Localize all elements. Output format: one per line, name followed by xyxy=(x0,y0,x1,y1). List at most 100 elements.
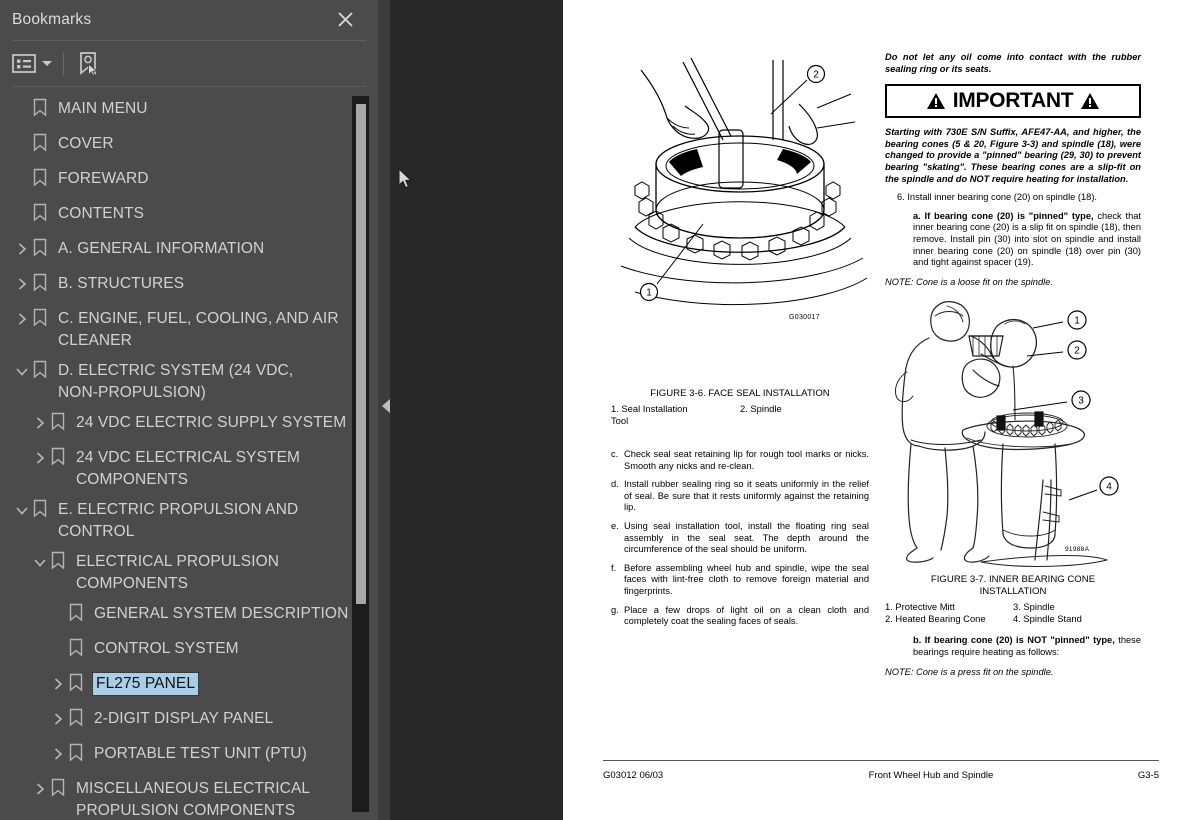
warning-triangle-icon xyxy=(1081,93,1100,110)
page-right-column: Do not let any oil come into contact wit… xyxy=(885,52,1141,678)
chevron-right-icon[interactable] xyxy=(50,709,66,729)
procedure-step: f. Before assembling wheel hub and spindl… xyxy=(611,563,869,598)
step-text: Place a few drops of light oil on a clea… xyxy=(624,604,869,627)
chevron-down-icon[interactable] xyxy=(14,361,30,381)
bookmark-item[interactable]: B. STRUCTURES xyxy=(0,269,378,304)
figure-3-7-drawing-number: 91988A xyxy=(1065,546,1090,554)
step-marker: c. xyxy=(611,449,619,459)
bookmark-item-label: 24 VDC ELECTRICAL SYSTEM COMPONENTS xyxy=(76,449,301,488)
bookmark-item-label: 2-DIGIT DISPLAY PANEL xyxy=(94,710,274,727)
procedure-step: c. Check seal seat retaining lip for roug… xyxy=(611,449,869,472)
step-6: 6. Install inner bearing cone (20) on sp… xyxy=(897,192,1098,203)
svg-text:2: 2 xyxy=(1074,346,1080,357)
bookmarks-scrollbar-thumb[interactable] xyxy=(356,104,366,604)
bookmark-item-label: COVER xyxy=(58,135,114,152)
bookmark-item[interactable]: FOREWARD xyxy=(0,164,378,199)
step-6b-bold: b. If bearing cone (20) is NOT "pinned" … xyxy=(913,635,1115,646)
chevron-right-icon[interactable] xyxy=(50,744,66,764)
bookmark-item[interactable]: 2-DIGIT DISPLAY PANEL xyxy=(0,704,378,739)
figure-3-7-legend: 1. Protective Mitt 2. Heated Bearing Con… xyxy=(885,601,1141,625)
step-marker: f. xyxy=(611,562,617,573)
legend-item-1: 1. Seal Installation Tool xyxy=(611,403,688,426)
important-body-text: Starting with 730E S/N Suffix, AFE47-AA,… xyxy=(885,127,1141,184)
bookmark-item[interactable]: MISCELLANEOUS ELECTRICAL PROPULSION COMP… xyxy=(0,774,378,820)
bookmark-item[interactable]: FL275 PANEL xyxy=(0,669,378,704)
chevron-down-icon[interactable] xyxy=(32,552,48,572)
warning-triangle-icon xyxy=(926,93,945,110)
collapse-panel-arrow-icon[interactable] xyxy=(382,399,390,413)
bookmark-icon xyxy=(66,673,86,695)
bookmark-item-label: ELECTRICAL PROPULSION COMPONENTS xyxy=(76,553,280,592)
bookmark-icon xyxy=(48,412,68,434)
bookmark-item[interactable]: CONTROL SYSTEM xyxy=(0,634,378,669)
svg-text:2: 2 xyxy=(813,70,819,81)
bookmark-icon xyxy=(30,360,50,382)
chevron-right-icon[interactable] xyxy=(14,309,30,329)
bookmark-item-label: B. STRUCTURES xyxy=(58,275,185,292)
bookmarks-tree: MAIN MENU COVER FOREWARD CONTENTS A. GENERAL… xyxy=(0,90,378,820)
footer-section-title: Front Wheel Hub and Spindle xyxy=(868,770,994,781)
svg-text:4: 4 xyxy=(1106,482,1112,493)
step-text: Before assembling wheel hub and spindle,… xyxy=(624,562,869,596)
bookmark-item-label: CONTENTS xyxy=(58,205,145,222)
chevron-down-icon[interactable] xyxy=(14,500,30,520)
figure-3-6-illustration: 2 1 G030017 xyxy=(611,52,869,382)
bookmark-item[interactable]: GENERAL SYSTEM DESCRIPTION xyxy=(0,599,378,634)
bookmark-item[interactable]: COVER xyxy=(0,129,378,164)
note-loose-fit: NOTE: Cone is a loose fit on the spindle… xyxy=(885,276,1053,287)
chevron-right-icon[interactable] xyxy=(32,448,48,468)
bookmark-item-label: A. GENERAL INFORMATION xyxy=(58,240,265,257)
bookmark-icon xyxy=(30,98,50,120)
footer-divider xyxy=(603,760,1159,761)
new-bookmark-icon[interactable] xyxy=(77,51,100,77)
bookmark-item-label: CONTROL SYSTEM xyxy=(94,640,239,657)
bookmark-item[interactable]: 24 VDC ELECTRICAL SYSTEM COMPONENTS xyxy=(0,443,378,495)
legend-items-3-4: 3. Spindle 4. Spindle Stand xyxy=(1013,601,1082,625)
chevron-right-icon[interactable] xyxy=(50,674,66,694)
bookmark-item[interactable]: CONTENTS xyxy=(0,199,378,234)
close-icon[interactable] xyxy=(332,6,358,32)
document-viewer: 2 1 G030017 FIGURE 3-6. FACE SEAL INSTAL… xyxy=(390,0,1200,820)
chevron-right-icon[interactable] xyxy=(32,779,48,799)
chevron-right-icon[interactable] xyxy=(14,239,30,259)
svg-text:3: 3 xyxy=(1078,396,1084,407)
bookmark-icon xyxy=(66,638,86,660)
step-text: Check seal seat retaining lip for rough … xyxy=(624,449,869,471)
pdf-viewer-window: Bookmarks MAIN MENU COVER FOREWARD CONTE… xyxy=(0,0,1200,820)
bookmark-item[interactable]: ELECTRICAL PROPULSION COMPONENTS xyxy=(0,547,378,599)
step-marker: g. xyxy=(611,604,619,615)
bookmarks-tree-scroll[interactable]: MAIN MENU COVER FOREWARD CONTENTS A. GENERAL… xyxy=(0,90,378,820)
bookmark-icon xyxy=(30,203,50,225)
bookmarks-panel-header: Bookmarks xyxy=(0,0,378,40)
step-text: Install rubber sealing ring so it seats … xyxy=(624,479,869,513)
bookmark-item[interactable]: A. GENERAL INFORMATION xyxy=(0,234,378,269)
left-column-steps: c. Check seal seat retaining lip for roug… xyxy=(611,449,869,628)
bookmark-item[interactable]: 24 VDC ELECTRIC SUPPLY SYSTEM xyxy=(0,408,378,443)
chevron-right-icon[interactable] xyxy=(32,413,48,433)
svg-text:1: 1 xyxy=(1074,316,1080,327)
bookmark-item[interactable]: PORTABLE TEST UNIT (PTU) xyxy=(0,739,378,774)
important-callout-box: IMPORTANT xyxy=(885,84,1141,119)
bookmark-item[interactable]: D. ELECTRIC SYSTEM (24 VDC, NON-PROPULSI… xyxy=(0,356,378,408)
bookmark-item[interactable]: C. ENGINE, FUEL, COOLING, AND AIR CLEANE… xyxy=(0,304,378,356)
bookmark-item[interactable]: E. ELECTRIC PROPULSION AND CONTROL xyxy=(0,495,378,547)
bookmark-icon xyxy=(30,168,50,190)
chevron-right-icon[interactable] xyxy=(14,274,30,294)
bookmark-item-label: FOREWARD xyxy=(58,170,149,187)
bookmark-item[interactable]: MAIN MENU xyxy=(0,94,378,129)
bookmark-icon xyxy=(66,603,86,625)
svg-text:1: 1 xyxy=(646,288,652,299)
bookmark-list-options-icon[interactable] xyxy=(12,54,52,73)
legend-item-2: 2. Spindle xyxy=(740,403,782,414)
